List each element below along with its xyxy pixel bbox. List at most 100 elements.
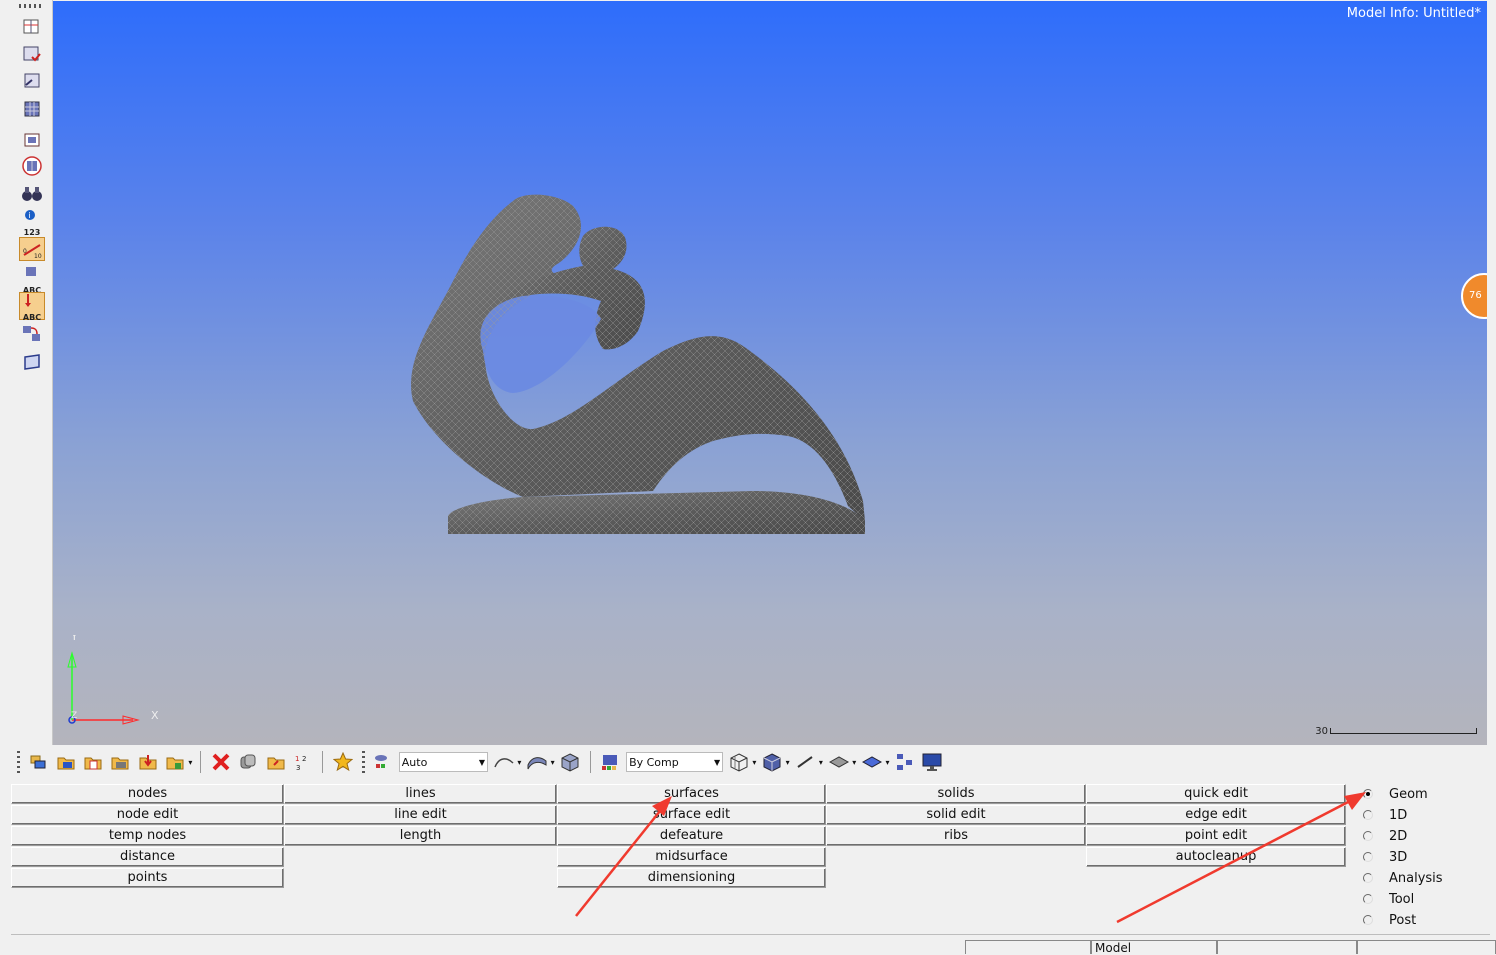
solid-cube-icon[interactable] (559, 750, 582, 774)
transform-icon[interactable] (19, 321, 45, 345)
line-display-icon[interactable] (794, 750, 817, 774)
toolbar-grip[interactable] (17, 751, 20, 773)
chevron-down-icon[interactable]: ▾ (885, 758, 889, 767)
renumber-icon[interactable]: 123 (291, 750, 314, 774)
tree-structure-icon[interactable] (893, 750, 916, 774)
radio-1d[interactable]: 1D (1363, 805, 1407, 825)
window-grid-icon[interactable] (19, 14, 45, 38)
radio-button[interactable] (1363, 852, 1373, 862)
shaded-solid-icon[interactable] (525, 750, 548, 774)
panel-button-nodes[interactable]: nodes (11, 784, 284, 804)
folder-chart-icon[interactable] (81, 750, 104, 774)
chevron-down-icon[interactable]: ▾ (852, 758, 856, 767)
sculpture-model[interactable] (53, 1, 1487, 745)
svg-text:10: 10 (34, 253, 42, 259)
wireframe-cube-icon[interactable] (727, 750, 750, 774)
radio-2d[interactable]: 2D (1363, 826, 1407, 846)
radio-button[interactable] (1363, 894, 1373, 904)
radio-tool[interactable]: Tool (1363, 889, 1414, 909)
panel-button-midsurface[interactable]: midsurface (557, 847, 826, 867)
radio-button[interactable] (1363, 831, 1373, 841)
radio-label: Analysis (1389, 870, 1443, 886)
panel-button-quick-edit[interactable]: quick edit (1086, 784, 1346, 804)
radio-3d[interactable]: 3D (1363, 847, 1407, 867)
chevron-down-icon: ▼ (713, 757, 721, 767)
chevron-down-icon[interactable]: ▾ (517, 758, 521, 767)
panel-button-autocleanup[interactable]: autocleanup (1086, 847, 1346, 867)
color-mode-dropdown[interactable]: By Comp ▼ (626, 752, 724, 772)
scale-label: 30 (1315, 726, 1328, 737)
radio-button[interactable] (1363, 915, 1373, 925)
copy-icon[interactable] (237, 750, 260, 774)
mesh-cube-icon[interactable] (760, 750, 783, 774)
toolbar-separator (200, 751, 202, 773)
shaded-surface-icon[interactable] (492, 750, 515, 774)
panel-button-edge-edit[interactable]: edge edit (1086, 805, 1346, 825)
radio-button[interactable] (1363, 789, 1373, 799)
window-mesh-icon[interactable] (19, 97, 45, 121)
panel-button-length[interactable]: length (284, 826, 557, 846)
radio-button[interactable] (1363, 810, 1373, 820)
svg-text:2: 2 (302, 755, 306, 763)
folder-layers-icon[interactable] (54, 750, 77, 774)
panel-button-lines[interactable]: lines (284, 784, 557, 804)
graphics-viewport[interactable]: Model Info: Untitled* X Y Z 30 76 (53, 1, 1487, 745)
mesh-circle-icon[interactable] (19, 154, 45, 178)
panel-button-solids[interactable]: solids (826, 784, 1086, 804)
component-layers-icon[interactable] (27, 750, 50, 774)
radio-analysis[interactable]: Analysis (1363, 868, 1443, 888)
label-abc-active-icon[interactable]: ABC (19, 292, 45, 322)
panel-button-temp-nodes[interactable]: temp nodes (11, 826, 284, 846)
frame-blue-icon[interactable] (19, 350, 45, 374)
svg-text:i: i (29, 211, 31, 220)
surface-display-icon[interactable] (860, 750, 883, 774)
scale-bar: 30 (1315, 726, 1477, 737)
monitor-icon[interactable] (921, 750, 944, 774)
label-abc-icon[interactable]: ABC (19, 264, 45, 295)
color-by-comp-icon[interactable] (599, 750, 622, 774)
visualization-auto-icon[interactable] (372, 750, 395, 774)
info-123-icon[interactable]: i 123 (19, 206, 45, 237)
ruler-icon[interactable]: 0 10 (19, 237, 45, 261)
chevron-down-icon[interactable]: ▾ (819, 758, 823, 767)
window-check-icon[interactable] (19, 41, 45, 65)
panel-button-surfaces[interactable]: surfaces (557, 784, 826, 804)
window-arrow-icon[interactable] (19, 69, 45, 93)
panel-button-point-edit[interactable]: point edit (1086, 826, 1346, 846)
panel-button-solid-edit[interactable]: solid edit (826, 805, 1086, 825)
chevron-down-icon[interactable]: ▾ (752, 758, 756, 767)
radio-button[interactable] (1363, 873, 1373, 883)
radio-label: Tool (1389, 891, 1415, 907)
radio-post[interactable]: Post (1363, 910, 1416, 930)
window-frame-icon[interactable] (19, 127, 45, 151)
panel-button-ribs[interactable]: ribs (826, 826, 1086, 846)
panel-button-defeature[interactable]: defeature (557, 826, 826, 846)
panel-button-surface-edit[interactable]: surface edit (557, 805, 826, 825)
panel-button-points[interactable]: points (11, 868, 284, 888)
chevron-down-icon[interactable]: ▾ (786, 758, 790, 767)
panel-button-dimensioning[interactable]: dimensioning (557, 868, 826, 888)
folder-import-icon[interactable] (136, 750, 159, 774)
folder-export-icon[interactable] (163, 750, 186, 774)
panel-button-node-edit[interactable]: node edit (11, 805, 284, 825)
radio-label: 1D (1389, 807, 1408, 823)
toolbar-grip[interactable] (361, 751, 365, 773)
svg-text:1: 1 (295, 755, 299, 763)
auto-dropdown-value: Auto (401, 755, 428, 769)
triad-z-label: Z (71, 711, 77, 721)
chevron-down-icon[interactable]: ▾ (551, 758, 555, 767)
left-vertical-toolbar: i 123 0 10 ABC ABC (0, 0, 53, 745)
folder-gray-icon[interactable] (109, 750, 132, 774)
radio-geom[interactable]: Geom (1363, 784, 1428, 804)
favorite-star-icon[interactable] (331, 750, 354, 774)
binoculars-icon[interactable] (19, 182, 45, 206)
panel-button-distance[interactable]: distance (11, 847, 284, 867)
toolbar-grip[interactable] (19, 4, 43, 8)
organize-icon[interactable] (264, 750, 287, 774)
chevron-down-icon[interactable]: ▾ (188, 758, 192, 767)
plane-display-icon[interactable] (827, 750, 850, 774)
panel-button-line-edit[interactable]: line edit (284, 805, 557, 825)
delete-icon[interactable] (209, 750, 232, 774)
scale-bar-line (1330, 728, 1477, 734)
auto-dropdown[interactable]: Auto ▼ (398, 752, 489, 772)
